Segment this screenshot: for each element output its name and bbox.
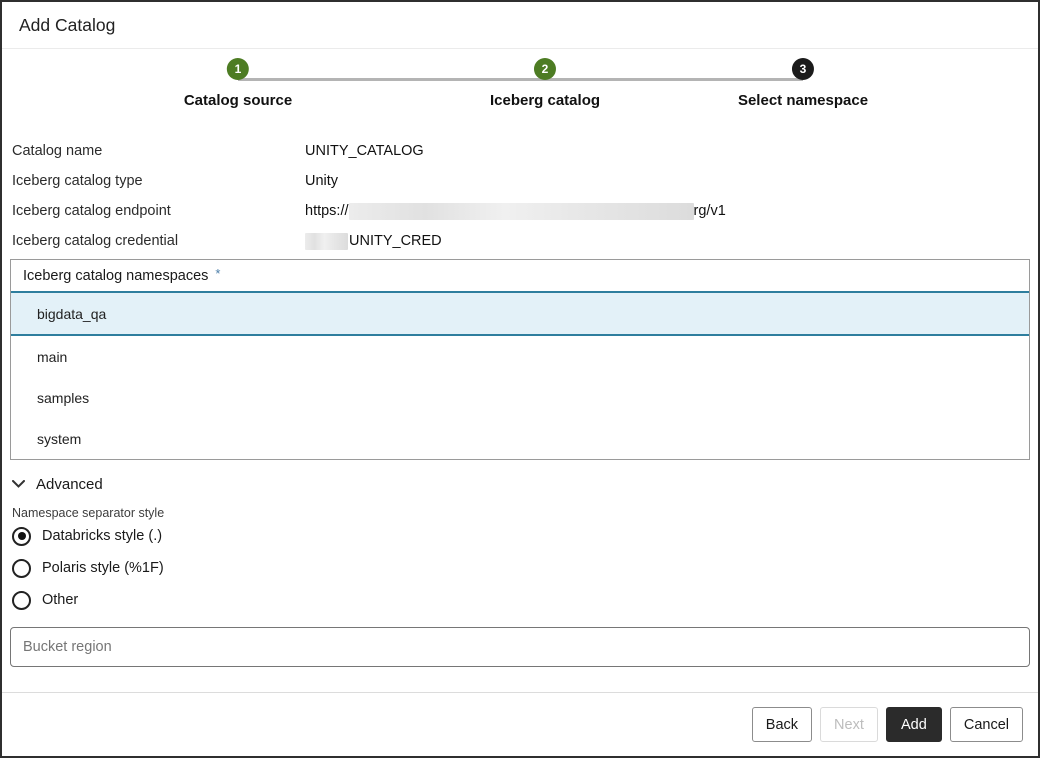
summary-row-catalog-name: Catalog name UNITY_CATALOG xyxy=(2,136,1038,166)
summary-row-catalog-endpoint: Iceberg catalog endpoint https:// rg/v1 xyxy=(2,196,1038,226)
required-asterisk: * xyxy=(215,266,220,281)
step-iceberg-catalog: 2 Iceberg catalog xyxy=(490,58,600,109)
catalog-name-value: UNITY_CATALOG xyxy=(305,143,424,159)
step-2-label: Iceberg catalog xyxy=(490,92,600,109)
dialog-footer: Back Next Add Cancel xyxy=(2,692,1038,756)
radio-button-icon-selected[interactable] xyxy=(12,527,31,546)
catalog-endpoint-label: Iceberg catalog endpoint xyxy=(12,203,305,219)
step-3-badge: 3 xyxy=(792,58,814,80)
catalog-type-label: Iceberg catalog type xyxy=(12,173,305,189)
chevron-down-icon xyxy=(12,480,25,488)
catalog-name-label: Catalog name xyxy=(12,143,305,159)
radio-button-icon[interactable] xyxy=(12,559,31,578)
step-2-badge: 2 xyxy=(534,58,556,80)
stepper: 1 Catalog source 2 Iceberg catalog 3 Sel… xyxy=(2,49,1038,119)
namespaces-label: Iceberg catalog namespaces xyxy=(23,268,208,284)
catalog-credential-label: Iceberg catalog credential xyxy=(12,233,305,249)
endpoint-suffix: rg/v1 xyxy=(694,203,726,219)
step-select-namespace: 3 Select namespace xyxy=(738,58,868,109)
catalog-credential-value: UNITY_CRED xyxy=(305,233,442,250)
radio-databricks-style[interactable]: Databricks style (.) xyxy=(2,520,162,552)
namespace-option-bigdata-qa[interactable]: bigdata_qa xyxy=(11,291,1029,336)
step-1-badge: 1 xyxy=(227,58,249,80)
credential-redaction-blur xyxy=(305,233,348,250)
advanced-section-toggle[interactable]: Advanced xyxy=(2,472,103,496)
add-catalog-dialog: Add Catalog 1 Catalog source 2 Iceberg c… xyxy=(0,0,1040,758)
namespace-option-main[interactable]: main xyxy=(11,336,1029,377)
namespaces-listbox: Iceberg catalog namespaces * bigdata_qa … xyxy=(10,259,1030,460)
endpoint-redaction-blur xyxy=(349,203,694,220)
credential-text: UNITY_CRED xyxy=(349,233,442,249)
step-3-label: Select namespace xyxy=(738,92,868,109)
radio-databricks-label: Databricks style (.) xyxy=(42,528,162,544)
bucket-region-input[interactable] xyxy=(10,627,1030,667)
summary-row-catalog-type: Iceberg catalog type Unity xyxy=(2,166,1038,196)
summary-row-catalog-credential: Iceberg catalog credential UNITY_CRED xyxy=(2,226,1038,256)
radio-polaris-label: Polaris style (%1F) xyxy=(42,560,164,576)
namespace-separator-style-label: Namespace separator style xyxy=(2,506,1038,520)
namespace-option-samples[interactable]: samples xyxy=(11,377,1029,418)
add-button[interactable]: Add xyxy=(886,707,942,742)
namespace-option-system[interactable]: system xyxy=(11,418,1029,459)
back-button[interactable]: Back xyxy=(752,707,812,742)
dialog-header: Add Catalog xyxy=(2,2,1038,49)
advanced-label: Advanced xyxy=(36,476,103,493)
radio-other-style[interactable]: Other xyxy=(2,584,78,616)
namespaces-listbox-header: Iceberg catalog namespaces * xyxy=(11,260,1029,291)
endpoint-prefix: https:// xyxy=(305,203,349,219)
next-button[interactable]: Next xyxy=(820,707,878,742)
catalog-type-value: Unity xyxy=(305,173,338,189)
step-catalog-source: 1 Catalog source xyxy=(184,58,292,109)
radio-other-label: Other xyxy=(42,592,78,608)
dialog-title: Add Catalog xyxy=(19,15,115,36)
step-1-label: Catalog source xyxy=(184,92,292,109)
radio-button-icon[interactable] xyxy=(12,591,31,610)
cancel-button[interactable]: Cancel xyxy=(950,707,1023,742)
catalog-summary: Catalog name UNITY_CATALOG Iceberg catal… xyxy=(2,136,1038,256)
radio-polaris-style[interactable]: Polaris style (%1F) xyxy=(2,552,164,584)
catalog-endpoint-value: https:// rg/v1 xyxy=(305,203,726,220)
